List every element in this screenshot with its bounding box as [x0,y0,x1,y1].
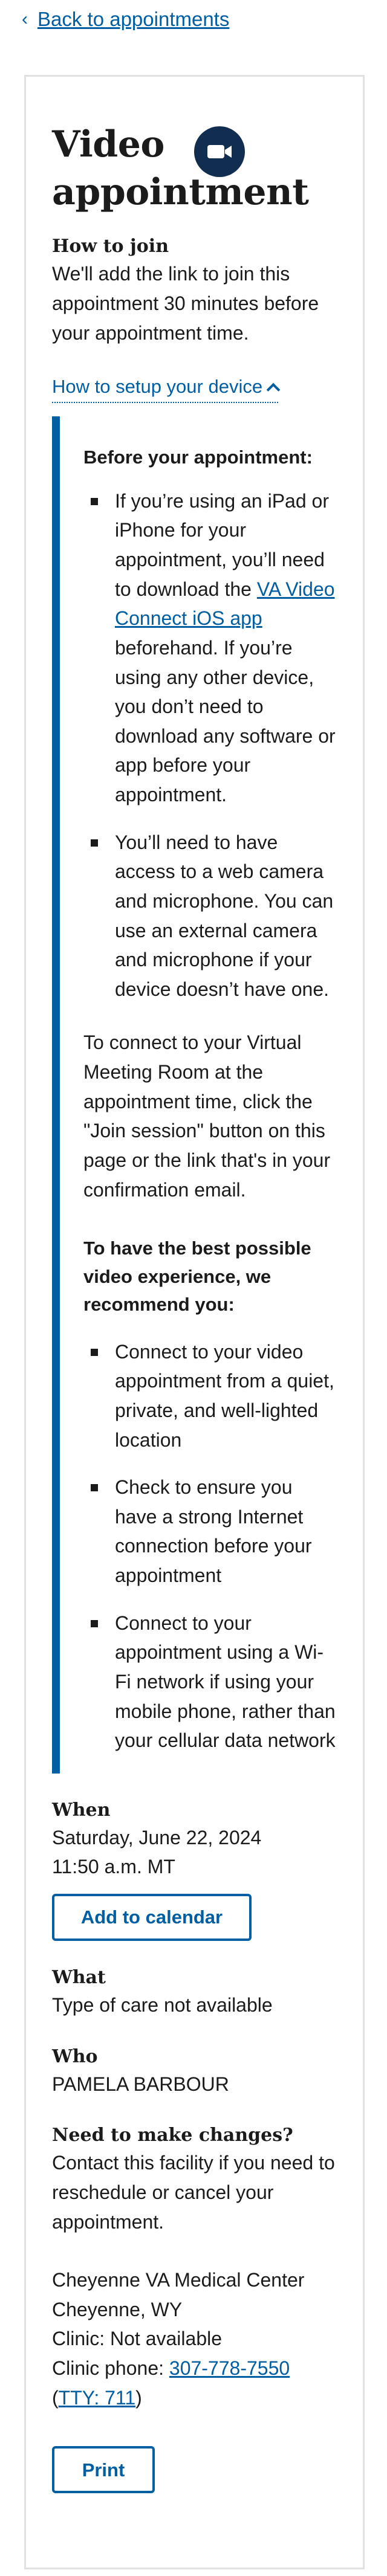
changes-text: Contact this facility if you need to res… [52,2152,335,2233]
when-heading: When [52,1799,111,1821]
device-setup-toggle-label: How to setup your device [52,376,263,398]
add-to-calendar-button[interactable]: Add to calendar [52,1894,252,1941]
recommend-item-2: Check to ensure you have a strong Intern… [115,1476,312,1586]
device-setup-panel: Before your appointment: If you’re using… [52,416,339,1774]
facility-name: Cheyenne VA Medical Center [52,2269,305,2291]
appointment-time: 11:50 a.m. MT [52,1856,175,1878]
how-to-join-section: How to join We'll add the link to join t… [52,234,366,347]
who-heading: Who [52,2045,98,2067]
clinic-phone-line: Clinic phone: 307-778-7550 [52,2354,366,2383]
chevron-left-icon: ‹ [22,9,28,30]
page-title: Video appointment [52,123,309,214]
list-item: You’ll need to have access to a web came… [83,828,339,1004]
changes-heading: Need to make changes? [52,2125,293,2146]
back-to-appointments-link[interactable]: ‹ Back to appointments [22,2,229,36]
type-of-care: Type of care not available [52,1994,273,2016]
before-item-1-text-end: beforehand. If you’re using any other de… [115,636,336,805]
clinic-name: Clinic: Not available [52,2328,223,2350]
connect-instructions: To connect to your Virtual Meeting Room … [83,1031,331,1201]
facility-city: Cheyenne, WY [52,2298,183,2320]
list-item: Connect to your video appointment from a… [83,1337,339,1455]
back-link-label: Back to appointments [37,7,230,30]
when-section: When Saturday, June 22, 2024 11:50 a.m. … [52,1798,366,1941]
chevron-up-icon [266,383,281,397]
recommend-item-1: Connect to your video appointment from a… [115,1340,334,1451]
what-section: What Type of care not available [52,1965,366,2020]
before-appointment-list: If you’re using an iPad or iPhone for yo… [83,486,339,1004]
changes-section: Need to make changes? Contact this facil… [52,2123,366,2236]
recommend-heading: To have the best possible video experien… [83,1238,311,1315]
how-to-join-heading: How to join [52,236,169,257]
clinic-phone-link[interactable]: 307-778-7550 [169,2357,290,2379]
appointment-content: Video appointment How to join We'll add … [52,121,366,2494]
recommend-item-3: Connect to your appointment using a Wi-F… [115,1612,336,1752]
how-to-join-text: We'll add the link to join this appointm… [52,263,319,344]
clinic-phone-label: Clinic phone: [52,2357,169,2379]
device-setup-toggle[interactable]: How to setup your device [52,372,281,404]
tty-link[interactable]: TTY: 711 [59,2387,135,2409]
tty-line: (TTY: 711) [52,2386,142,2409]
list-item: Check to ensure you have a strong Intern… [83,1473,339,1590]
list-item: If you’re using an iPad or iPhone for yo… [83,486,339,810]
who-section: Who PAMELA BARBOUR [52,2044,366,2099]
before-item-2-text: You’ll need to have access to a web came… [115,831,334,1000]
what-heading: What [52,1967,106,1988]
recommend-list: Connect to your video appointment from a… [83,1337,339,1755]
list-item: Connect to your appointment using a Wi-F… [83,1609,339,1755]
before-appointment-heading: Before your appointment: [83,447,313,468]
provider-name: PAMELA BARBOUR [52,2073,229,2095]
appointment-date: Saturday, June 22, 2024 [52,1826,262,1848]
print-button[interactable]: Print [52,2446,155,2494]
facility-info: Cheyenne VA Medical Center Cheyenne, WY … [52,2265,366,2412]
